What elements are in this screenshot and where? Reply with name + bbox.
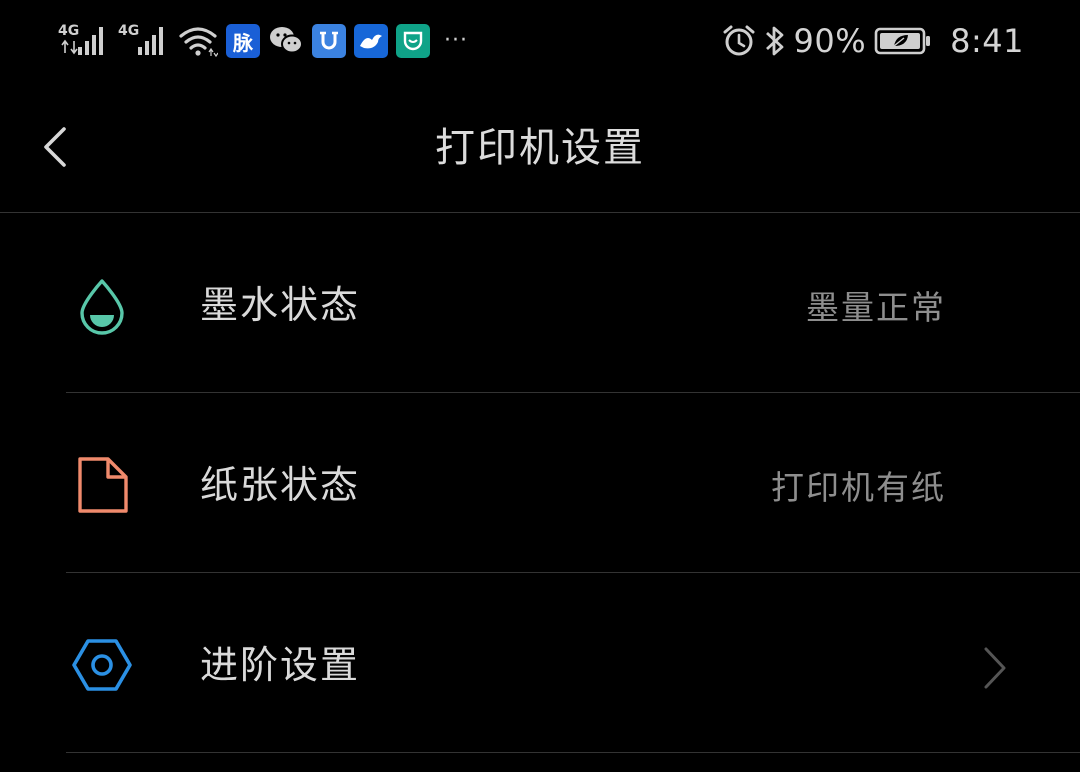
hex-gear-icon [72,639,132,691]
settings-list: 墨水状态 墨量正常 纸张状态 打印机有纸 进阶设置 [0,213,1080,753]
paper-status-label: 纸张状态 [200,463,361,507]
sim2-signal-icon: 4G [118,23,170,59]
advanced-settings-row[interactable]: 进阶设置 [0,573,1080,753]
battery-saver-icon [874,27,931,55]
wechat-icon [270,27,303,54]
ink-status-row[interactable]: 墨水状态 墨量正常 [0,213,1080,393]
ink-drop-icon [80,279,124,335]
more-notifications-icon: ··· [444,28,468,53]
bluetooth-icon [765,26,783,56]
advanced-settings-label: 进阶设置 [200,643,361,687]
sim1-signal-icon: 4G [58,23,110,59]
status-bar-right: 90% 8:41 [722,20,1024,62]
bird-app-icon [354,24,388,58]
paper-icon [78,457,128,513]
chevron-right-icon [984,647,1006,689]
mijia-app-icon [396,24,430,58]
paper-status-row[interactable]: 纸张状态 打印机有纸 [0,393,1080,573]
paper-status-value: 打印机有纸 [771,468,946,507]
blue-u-app-icon [312,24,346,58]
battery-percentage: 90% [793,22,867,60]
status-bar: 4G 4G 脉 ··· 90% 8:41 [0,0,1080,82]
maimai-app-icon: 脉 [226,24,260,58]
status-bar-left: 4G 4G 脉 ··· [58,22,468,60]
alarm-icon [723,25,755,56]
ink-status-value: 墨量正常 [806,288,946,327]
maimai-app-glyph: 脉 [233,30,253,55]
page-title: 打印机设置 [435,125,645,171]
status-time: 8:41 [950,22,1024,60]
wifi-icon [179,27,218,58]
row-divider [66,752,1080,753]
title-bar: 打印机设置 [0,82,1080,213]
ink-status-label: 墨水状态 [200,283,361,327]
